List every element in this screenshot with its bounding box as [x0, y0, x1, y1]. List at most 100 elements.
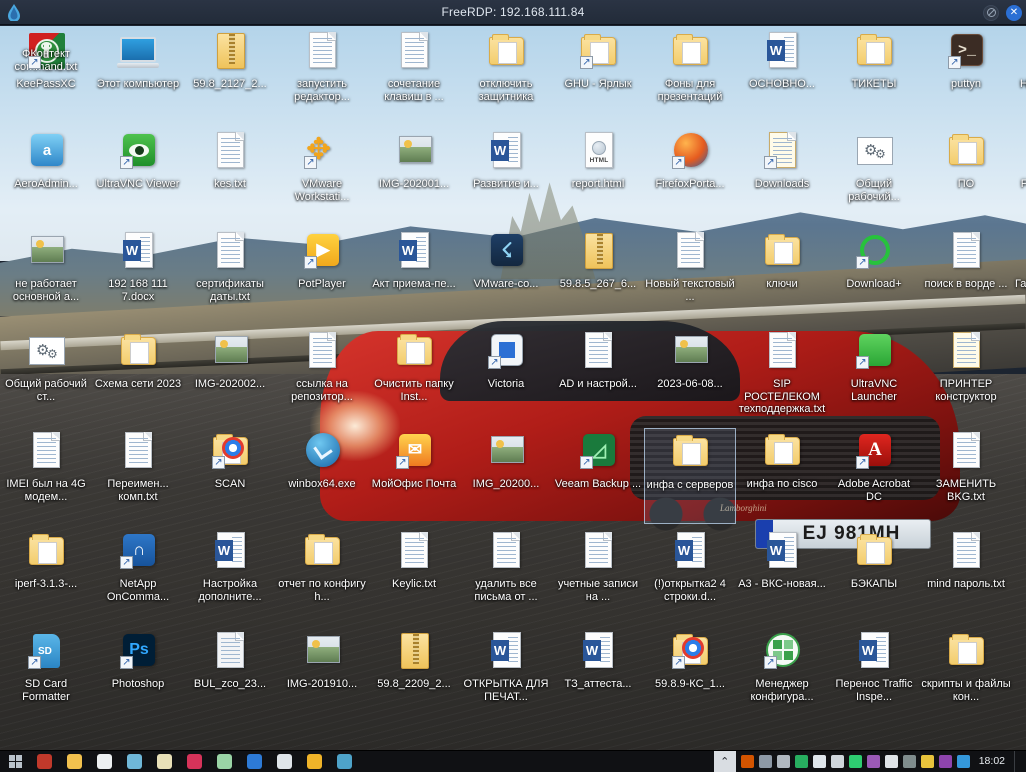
desktop-icon[interactable]: ↗59.8.9-КС_1... [644, 628, 736, 724]
tray-item-10[interactable] [903, 755, 916, 768]
taskbar-item-11[interactable] [330, 751, 358, 772]
tray-item-3[interactable] [777, 755, 790, 768]
desktop-icon[interactable]: HTML↗Гарант локально [1012, 228, 1026, 324]
desktop-icon[interactable]: ПРИНТЕР конструктор [920, 328, 1012, 424]
desktop-icon[interactable]: ↗GHU - Ярлык [552, 28, 644, 124]
desktop-icon[interactable]: инфа с серверов [644, 428, 736, 524]
desktop-icon[interactable]: SIP РОСТЕЛЕКОМ техподдержка.txt [736, 328, 828, 424]
desktop-icon[interactable]: ↗Консультант [1012, 428, 1026, 524]
desktop-icon[interactable]: WАкт приема-пе... [368, 228, 460, 324]
desktop-icon[interactable]: Ps↗Photoshop [92, 628, 184, 724]
desktop-icon[interactable]: ✉↗МойОфис Почта [368, 428, 460, 524]
taskbar-clock[interactable]: 18:02 [975, 756, 1009, 767]
desktop-icon[interactable]: 2023-06-08... [644, 328, 736, 424]
desktop-icon[interactable]: WОСНОВНО... [736, 28, 828, 124]
desktop-icon[interactable]: IMG_20200... [460, 428, 552, 524]
desktop-icon[interactable]: IMG-202002... [184, 328, 276, 424]
taskbar-item-7[interactable] [210, 751, 238, 772]
desktop-icon[interactable]: инфа по cisco [736, 428, 828, 524]
desktop-icon[interactable]: НА ПЕЧАТЬ.txt [1012, 28, 1026, 124]
desktop-icon[interactable]: удалить все письма от ... [460, 528, 552, 624]
taskbar-item-4[interactable] [120, 751, 148, 772]
tray-item-8[interactable] [867, 755, 880, 768]
tray-item-6[interactable] [831, 755, 844, 768]
desktop-icon[interactable]: БЭКАПЫ [828, 528, 920, 624]
desktop-icon[interactable]: WПеренос Traffic Inspe... [828, 628, 920, 724]
taskbar-item-9[interactable] [270, 751, 298, 772]
tray-item-2[interactable] [759, 755, 772, 768]
desktop-icon[interactable]: 59.8_2127_2... [184, 28, 276, 124]
desktop-icon[interactable]: WНастройка дополните... [184, 528, 276, 624]
tray-item-1[interactable] [741, 755, 754, 768]
desktop-icon[interactable]: IMG-202001... [368, 128, 460, 224]
start-button[interactable] [0, 751, 30, 772]
desktop-icon[interactable]: AD и настрой... [552, 328, 644, 424]
chevron-up-icon[interactable]: ⌃ [714, 751, 736, 772]
desktop-icon[interactable]: Очистить папку Inst... [368, 328, 460, 424]
desktop-icon[interactable]: iperf-3.1.3-... [0, 528, 92, 624]
taskbar-item-8[interactable] [240, 751, 268, 772]
desktop-icon[interactable]: ↗Менеджер конфигура... [736, 628, 828, 724]
desktop-icon[interactable]: ФКонтект command.txt [0, 28, 92, 124]
desktop-icon[interactable]: ▶↗PotPlayer [276, 228, 368, 324]
desktop-icon[interactable]: IMEI был на 4G модем... [0, 428, 92, 524]
desktop-icon[interactable]: Схема сети 2023 [92, 328, 184, 424]
tray-item-11[interactable] [921, 755, 934, 768]
desktop-icon[interactable]: Переимен... комп.txt [92, 428, 184, 524]
desktop-icon[interactable]: HTML↗fake update [1012, 328, 1026, 424]
desktop-icon[interactable]: ☇VMware-co... [460, 228, 552, 324]
desktop-icon[interactable]: ↗UltraVNC Viewer [92, 128, 184, 224]
desktop-icon[interactable]: ◿↗Veeam Backup ... [552, 428, 644, 524]
desktop-icon[interactable]: отчет по конфигу h... [276, 528, 368, 624]
desktop-icon[interactable]: учетные записи на ... [552, 528, 644, 624]
desktop-icon[interactable]: сертификаты даты.txt [184, 228, 276, 324]
taskbar-item-5[interactable] [150, 751, 178, 772]
tray-item-9[interactable] [885, 755, 898, 768]
desktop-icon[interactable]: WРазвитие и... [460, 128, 552, 224]
remote-desktop-surface[interactable]: Lamborghini EJ 981MH ↗KeePassXCФКонтект … [0, 26, 1026, 772]
desktop-icon[interactable]: ЗАМЕНИТЬ BKG.txt [920, 428, 1012, 524]
desktop-icon[interactable]: HTML↗Гарант [1012, 528, 1026, 624]
tray-item-4[interactable] [795, 755, 808, 768]
desktop-icon[interactable]: >_↗puttyn [920, 28, 1012, 124]
desktop-icon[interactable]: ↗FirefoxPortab с Флэш пл... [1012, 128, 1026, 224]
taskbar-item-explorer[interactable] [60, 751, 88, 772]
desktop-icon[interactable]: ТИКЕТЫ [828, 28, 920, 124]
desktop-icon[interactable]: WОТКРЫТКА ДЛЯ ПЕЧАТ... [460, 628, 552, 724]
desktop-icon[interactable]: W192 168 111 7.docx [92, 228, 184, 324]
desktop-icon[interactable]: отключить защитника [460, 28, 552, 124]
desktop-icon[interactable]: не работает основной а... [0, 228, 92, 324]
desktop-icon[interactable]: ∩↗NetApp OnComma... [92, 528, 184, 624]
desktop-icon[interactable]: WА3 - ВКС-новая... [736, 528, 828, 624]
desktop-icon[interactable]: SD↗SD Card Formatter [0, 628, 92, 724]
minimize-button[interactable] [983, 5, 999, 21]
tray-item-12[interactable] [939, 755, 952, 768]
close-button[interactable]: ✕ [1006, 5, 1022, 21]
desktop-icon[interactable]: IMG-201910... [276, 628, 368, 724]
tray-item-7[interactable] [849, 755, 862, 768]
desktop-icon[interactable]: сочетание клавиш в ... [368, 28, 460, 124]
desktop-icon[interactable]: ⚙ ⚙Общий рабочий ст... [0, 328, 92, 424]
desktop-icon[interactable]: поиск в ворде ... [920, 228, 1012, 324]
desktop-icon[interactable]: ↗UltraVNC Launcher [828, 328, 920, 424]
desktop-icon[interactable]: WТЗ_аттеста... [552, 628, 644, 724]
windows-taskbar[interactable]: ⌃ 18:02 [0, 750, 1026, 772]
desktop-icon[interactable]: winbox64.exe [276, 428, 368, 524]
desktop-icon[interactable]: W(!)открытка2 4 строки.d... [644, 528, 736, 624]
show-desktop-button[interactable] [1014, 751, 1020, 772]
taskbar-item-6[interactable] [180, 751, 208, 772]
desktop-icon[interactable]: 59.8.5_267_6... [552, 228, 644, 324]
desktop-icon[interactable]: A↗Adobe Acrobat DC [828, 428, 920, 524]
desktop-icon[interactable]: 59.8_2209_2... [368, 628, 460, 724]
desktop-icon[interactable]: kes.txt [184, 128, 276, 224]
desktop-icon[interactable]: ↗SCAN [184, 428, 276, 524]
desktop-icon[interactable]: BUL_zco_23... [184, 628, 276, 724]
desktop-icon[interactable]: Keylic.txt [368, 528, 460, 624]
taskbar-item-1[interactable] [30, 751, 58, 772]
desktop-icon[interactable]: скрипты и файлы кон... [920, 628, 1012, 724]
taskbar-item-3[interactable] [90, 751, 118, 772]
desktop-icon[interactable]: запустить редактор... [276, 28, 368, 124]
desktop-icon[interactable]: Фоны для презентаций [644, 28, 736, 124]
tray-item-13[interactable] [957, 755, 970, 768]
desktop-icon[interactable]: ↗Downloads [736, 128, 828, 224]
